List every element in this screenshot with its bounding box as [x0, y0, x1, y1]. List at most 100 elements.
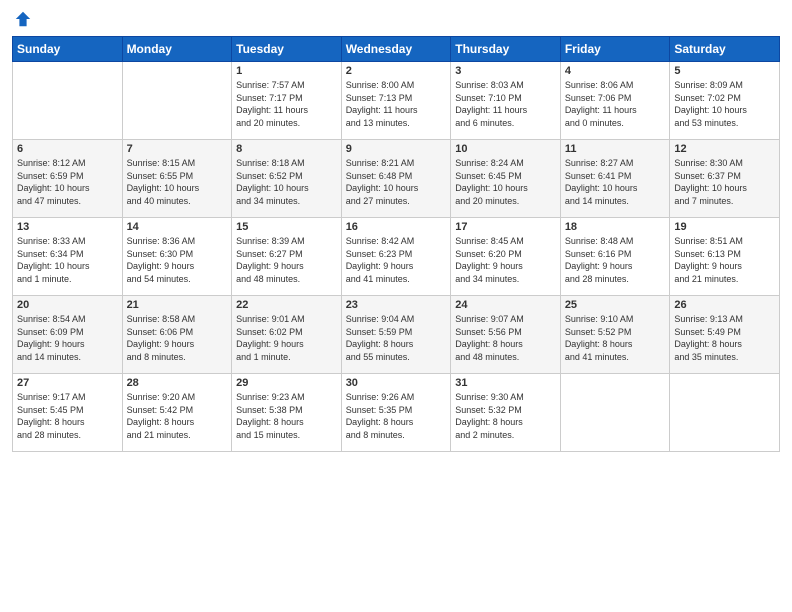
day-number: 12 [674, 143, 775, 155]
day-info: Sunrise: 8:21 AM Sunset: 6:48 PM Dayligh… [346, 157, 447, 207]
day-info: Sunrise: 8:48 AM Sunset: 6:16 PM Dayligh… [565, 235, 666, 285]
day-number: 25 [565, 299, 666, 311]
calendar-cell: 13 Sunrise: 8:33 AM Sunset: 6:34 PM Dayli… [13, 218, 123, 296]
header [12, 10, 780, 28]
calendar-cell: 19 Sunrise: 8:51 AM Sunset: 6:13 PM Dayli… [670, 218, 780, 296]
calendar-week-row: 20 Sunrise: 8:54 AM Sunset: 6:09 PM Dayli… [13, 296, 780, 374]
calendar-table: SundayMondayTuesdayWednesdayThursdayFrid… [12, 36, 780, 452]
calendar-cell: 3 Sunrise: 8:03 AM Sunset: 7:10 PM Daylig… [451, 62, 561, 140]
calendar-cell: 25 Sunrise: 9:10 AM Sunset: 5:52 PM Dayli… [560, 296, 670, 374]
day-number: 24 [455, 299, 556, 311]
day-info: Sunrise: 9:04 AM Sunset: 5:59 PM Dayligh… [346, 313, 447, 363]
calendar-cell: 6 Sunrise: 8:12 AM Sunset: 6:59 PM Daylig… [13, 140, 123, 218]
day-number: 11 [565, 143, 666, 155]
calendar-cell [670, 374, 780, 452]
day-of-week-header: Monday [122, 37, 232, 62]
calendar-week-row: 6 Sunrise: 8:12 AM Sunset: 6:59 PM Daylig… [13, 140, 780, 218]
day-info: Sunrise: 8:27 AM Sunset: 6:41 PM Dayligh… [565, 157, 666, 207]
day-number: 22 [236, 299, 337, 311]
calendar-week-row: 1 Sunrise: 7:57 AM Sunset: 7:17 PM Daylig… [13, 62, 780, 140]
calendar-cell: 21Sunrise: 8:58 AM Sunset: 6:06 PM Dayli… [122, 296, 232, 374]
day-number: 29 [236, 377, 337, 389]
day-info: Sunrise: 8:00 AM Sunset: 7:13 PM Dayligh… [346, 79, 447, 129]
day-info: Sunrise: 8:15 AM Sunset: 6:55 PM Dayligh… [127, 157, 228, 207]
day-of-week-header: Sunday [13, 37, 123, 62]
calendar-week-row: 27 Sunrise: 9:17 AM Sunset: 5:45 PM Dayli… [13, 374, 780, 452]
calendar-cell [122, 62, 232, 140]
day-number: 27 [17, 377, 118, 389]
day-number: 26 [674, 299, 775, 311]
day-info: Sunrise: 8:42 AM Sunset: 6:23 PM Dayligh… [346, 235, 447, 285]
calendar-cell: 8 Sunrise: 8:18 AM Sunset: 6:52 PM Daylig… [232, 140, 342, 218]
day-info: Sunrise: 8:18 AM Sunset: 6:52 PM Dayligh… [236, 157, 337, 207]
day-info: Sunrise: 9:10 AM Sunset: 5:52 PM Dayligh… [565, 313, 666, 363]
day-number: 2 [346, 65, 447, 77]
calendar-cell: 9 Sunrise: 8:21 AM Sunset: 6:48 PM Daylig… [341, 140, 451, 218]
day-info: Sunrise: 9:01 AM Sunset: 6:02 PM Dayligh… [236, 313, 337, 363]
logo [12, 10, 32, 28]
day-of-week-header: Friday [560, 37, 670, 62]
calendar-cell: 11 Sunrise: 8:27 AM Sunset: 6:41 PM Dayli… [560, 140, 670, 218]
calendar-cell: 29 Sunrise: 9:23 AM Sunset: 5:38 PM Dayli… [232, 374, 342, 452]
day-info: Sunrise: 8:45 AM Sunset: 6:20 PM Dayligh… [455, 235, 556, 285]
day-number: 23 [346, 299, 447, 311]
day-info: Sunrise: 8:33 AM Sunset: 6:34 PM Dayligh… [17, 235, 118, 285]
day-number: 18 [565, 221, 666, 233]
day-info: Sunrise: 8:58 AM Sunset: 6:06 PM Dayligh… [127, 313, 228, 363]
calendar-cell: 1 Sunrise: 7:57 AM Sunset: 7:17 PM Daylig… [232, 62, 342, 140]
day-info: Sunrise: 7:57 AM Sunset: 7:17 PM Dayligh… [236, 79, 337, 129]
day-info: Sunrise: 8:12 AM Sunset: 6:59 PM Dayligh… [17, 157, 118, 207]
day-number: 19 [674, 221, 775, 233]
day-number: 31 [455, 377, 556, 389]
calendar-week-row: 13 Sunrise: 8:33 AM Sunset: 6:34 PM Dayli… [13, 218, 780, 296]
day-info: Sunrise: 8:54 AM Sunset: 6:09 PM Dayligh… [17, 313, 118, 363]
calendar-cell: 31Sunrise: 9:30 AM Sunset: 5:32 PM Dayli… [451, 374, 561, 452]
calendar-cell: 22 Sunrise: 9:01 AM Sunset: 6:02 PM Dayli… [232, 296, 342, 374]
calendar-cell: 15Sunrise: 8:39 AM Sunset: 6:27 PM Dayli… [232, 218, 342, 296]
day-number: 10 [455, 143, 556, 155]
day-of-week-header: Saturday [670, 37, 780, 62]
day-number: 4 [565, 65, 666, 77]
day-number: 1 [236, 65, 337, 77]
day-info: Sunrise: 9:13 AM Sunset: 5:49 PM Dayligh… [674, 313, 775, 363]
calendar-cell: 16 Sunrise: 8:42 AM Sunset: 6:23 PM Dayli… [341, 218, 451, 296]
day-number: 14 [127, 221, 228, 233]
day-number: 3 [455, 65, 556, 77]
calendar-cell: 26 Sunrise: 9:13 AM Sunset: 5:49 PM Dayli… [670, 296, 780, 374]
day-number: 15 [236, 221, 337, 233]
day-number: 16 [346, 221, 447, 233]
day-of-week-header: Thursday [451, 37, 561, 62]
calendar-cell [13, 62, 123, 140]
day-info: Sunrise: 8:09 AM Sunset: 7:02 PM Dayligh… [674, 79, 775, 129]
calendar-cell [560, 374, 670, 452]
day-info: Sunrise: 8:03 AM Sunset: 7:10 PM Dayligh… [455, 79, 556, 129]
calendar-container: SundayMondayTuesdayWednesdayThursdayFrid… [0, 0, 792, 612]
calendar-cell: 12 Sunrise: 8:30 AM Sunset: 6:37 PM Dayli… [670, 140, 780, 218]
calendar-cell: 24Sunrise: 9:07 AM Sunset: 5:56 PM Dayli… [451, 296, 561, 374]
day-number: 20 [17, 299, 118, 311]
day-number: 17 [455, 221, 556, 233]
calendar-cell: 10Sunrise: 8:24 AM Sunset: 6:45 PM Dayli… [451, 140, 561, 218]
calendar-cell: 27 Sunrise: 9:17 AM Sunset: 5:45 PM Dayli… [13, 374, 123, 452]
day-number: 6 [17, 143, 118, 155]
calendar-cell: 18 Sunrise: 8:48 AM Sunset: 6:16 PM Dayli… [560, 218, 670, 296]
day-number: 13 [17, 221, 118, 233]
logo-icon [14, 10, 32, 28]
calendar-cell: 17 Sunrise: 8:45 AM Sunset: 6:20 PM Dayli… [451, 218, 561, 296]
day-of-week-header: Wednesday [341, 37, 451, 62]
day-number: 28 [127, 377, 228, 389]
day-number: 9 [346, 143, 447, 155]
calendar-header-row: SundayMondayTuesdayWednesdayThursdayFrid… [13, 37, 780, 62]
day-of-week-header: Tuesday [232, 37, 342, 62]
calendar-cell: 28 Sunrise: 9:20 AM Sunset: 5:42 PM Dayli… [122, 374, 232, 452]
day-info: Sunrise: 8:36 AM Sunset: 6:30 PM Dayligh… [127, 235, 228, 285]
day-info: Sunrise: 9:20 AM Sunset: 5:42 PM Dayligh… [127, 391, 228, 441]
day-info: Sunrise: 8:30 AM Sunset: 6:37 PM Dayligh… [674, 157, 775, 207]
day-info: Sunrise: 9:23 AM Sunset: 5:38 PM Dayligh… [236, 391, 337, 441]
day-info: Sunrise: 9:17 AM Sunset: 5:45 PM Dayligh… [17, 391, 118, 441]
day-number: 8 [236, 143, 337, 155]
calendar-cell: 20 Sunrise: 8:54 AM Sunset: 6:09 PM Dayli… [13, 296, 123, 374]
calendar-cell: 5Sunrise: 8:09 AM Sunset: 7:02 PM Daylig… [670, 62, 780, 140]
day-number: 30 [346, 377, 447, 389]
day-info: Sunrise: 8:51 AM Sunset: 6:13 PM Dayligh… [674, 235, 775, 285]
